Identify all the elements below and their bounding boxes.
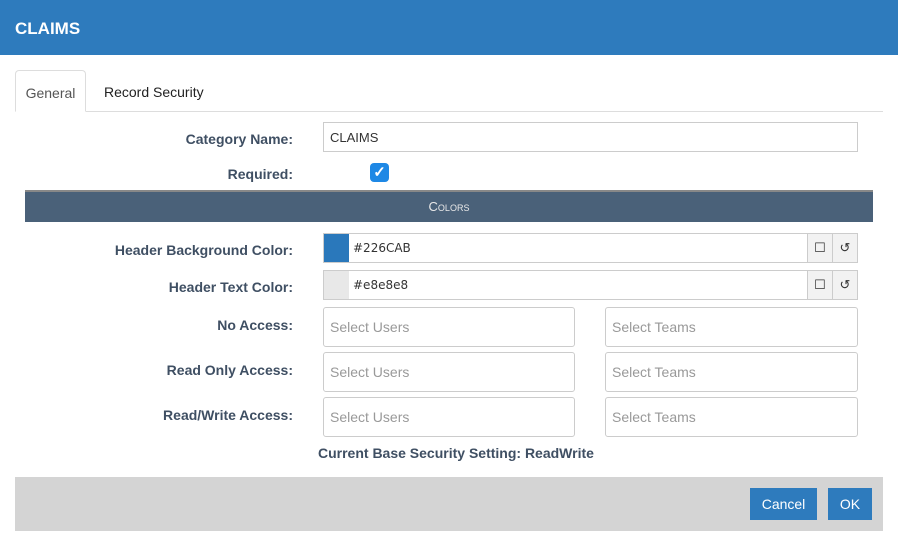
- cancel-button[interactable]: Cancel: [750, 488, 817, 520]
- transparent-toggle-icon[interactable]: ☐: [807, 234, 832, 262]
- placeholder: Select Users: [330, 364, 410, 380]
- tab-general[interactable]: General: [15, 70, 86, 112]
- read-write-access-label: Read/Write Access:: [163, 407, 293, 423]
- read-write-teams-select[interactable]: Select Teams: [605, 397, 858, 437]
- reset-icon[interactable]: ↺: [832, 234, 857, 262]
- color-swatch[interactable]: [324, 234, 349, 262]
- dialog-title: CLAIMS: [15, 19, 81, 38]
- header-text-color-picker: #e8e8e8 ☐ ↺: [323, 270, 858, 300]
- placeholder: Select Teams: [612, 319, 696, 335]
- colors-section-heading: Colors: [25, 190, 873, 222]
- dialog-footer: Cancel OK: [15, 477, 883, 531]
- read-only-access-label: Read Only Access:: [166, 362, 293, 378]
- header-bg-color-picker: #226CAB ☐ ↺: [323, 233, 858, 263]
- tab-record-security[interactable]: Record Security: [104, 70, 204, 112]
- read-only-users-select[interactable]: Select Users: [323, 352, 575, 392]
- header-text-color-input[interactable]: #e8e8e8: [349, 271, 807, 299]
- ok-button[interactable]: OK: [828, 488, 872, 520]
- category-name-label: Category Name:: [185, 131, 293, 147]
- required-checkbox[interactable]: ✓: [370, 163, 389, 182]
- reset-icon[interactable]: ↺: [832, 271, 857, 299]
- header-bg-color-input[interactable]: #226CAB: [349, 234, 807, 262]
- required-label: Required:: [227, 166, 293, 182]
- header-bg-color-label: Header Background Color:: [114, 242, 293, 258]
- category-name-input[interactable]: CLAIMS: [323, 122, 858, 152]
- tab-bar: General Record Security: [15, 70, 883, 112]
- no-access-teams-select[interactable]: Select Teams: [605, 307, 858, 347]
- read-only-teams-select[interactable]: Select Teams: [605, 352, 858, 392]
- placeholder: Select Teams: [612, 364, 696, 380]
- header-text-color-label: Header Text Color:: [168, 279, 293, 295]
- placeholder: Select Teams: [612, 409, 696, 425]
- transparent-toggle-icon[interactable]: ☐: [807, 271, 832, 299]
- base-security-setting: Current Base Security Setting: ReadWrite: [318, 445, 594, 461]
- placeholder: Select Users: [330, 409, 410, 425]
- no-access-label: No Access:: [217, 317, 293, 333]
- read-write-users-select[interactable]: Select Users: [323, 397, 575, 437]
- placeholder: Select Users: [330, 319, 410, 335]
- dialog-header: CLAIMS: [0, 0, 898, 55]
- no-access-users-select[interactable]: Select Users: [323, 307, 575, 347]
- color-swatch[interactable]: [324, 271, 349, 299]
- category-name-value: CLAIMS: [330, 129, 379, 145]
